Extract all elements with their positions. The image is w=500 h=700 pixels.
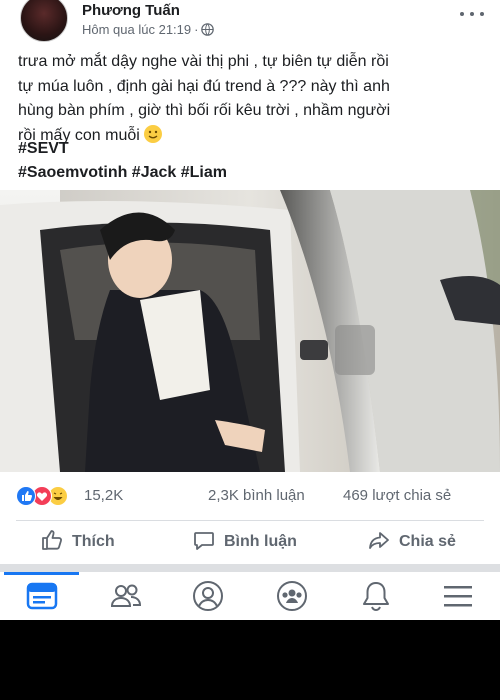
post-text-line: hùng bàn phím , giờ thì bối rối kêu trời… bbox=[18, 102, 391, 119]
post-time[interactable]: Hôm qua lúc 21:19 bbox=[82, 22, 191, 37]
hashtag-line[interactable]: #SEVT bbox=[18, 137, 488, 161]
share-button[interactable]: Chia sẻ bbox=[367, 530, 456, 554]
menu-icon[interactable] bbox=[428, 572, 488, 620]
hashtags: #SEVT #Saoemvotinh #Jack #Liam bbox=[18, 137, 488, 185]
post-photo-illustration bbox=[0, 190, 500, 472]
avatar[interactable] bbox=[20, 0, 68, 42]
comment-icon bbox=[192, 528, 216, 557]
friends-icon[interactable] bbox=[96, 572, 156, 620]
more-options-icon[interactable] bbox=[458, 6, 488, 22]
section-separator bbox=[0, 564, 500, 572]
news-feed-icon[interactable] bbox=[12, 572, 72, 620]
post-text-line: tự múa luôn , định gài hại đú trend à ??… bbox=[18, 77, 390, 95]
meta-dot: · bbox=[194, 22, 199, 37]
shares-count[interactable]: 469 lượt chia sẻ bbox=[343, 487, 451, 504]
author-name[interactable]: Phương Tuấn bbox=[82, 2, 180, 19]
post-card: Phương Tuấn Hôm qua lúc 21:19 · trưa mở m… bbox=[0, 0, 500, 620]
post-header: Phương Tuấn Hôm qua lúc 21:19 · bbox=[0, 0, 500, 44]
comment-label: Bình luận bbox=[224, 533, 297, 550]
share-icon bbox=[367, 528, 391, 557]
post-photo[interactable] bbox=[0, 190, 500, 472]
like-reaction-icon bbox=[16, 486, 36, 506]
thumbs-up-icon bbox=[40, 528, 64, 557]
post-text: trưa mở mắt dậy nghe vài thị phi , tự bi… bbox=[18, 50, 488, 148]
comments-count[interactable]: 2,3K bình luận bbox=[208, 487, 305, 504]
bottom-navigation bbox=[0, 572, 500, 620]
notifications-icon[interactable] bbox=[346, 572, 406, 620]
globe-icon bbox=[201, 23, 215, 39]
engagement-stats: 15,2K 2,3K bình luận 469 lượt chia sẻ bbox=[0, 478, 500, 516]
share-label: Chia sẻ bbox=[399, 533, 456, 550]
post-meta: Hôm qua lúc 21:19 · bbox=[82, 22, 215, 39]
comment-button[interactable]: Bình luận bbox=[192, 530, 297, 554]
post-actions: Thích Bình luận Chia sẻ bbox=[0, 522, 500, 562]
profile-icon[interactable] bbox=[178, 572, 238, 620]
groups-icon[interactable] bbox=[262, 572, 322, 620]
like-label: Thích bbox=[72, 533, 115, 550]
like-button[interactable]: Thích bbox=[40, 528, 115, 557]
divider bbox=[16, 520, 484, 521]
post-text-line: trưa mở mắt dậy nghe vài thị phi , tự bi… bbox=[18, 53, 389, 70]
hashtag-line[interactable]: #Saoemvotinh #Jack #Liam bbox=[18, 161, 488, 185]
reactions-count[interactable]: 15,2K bbox=[84, 487, 123, 504]
